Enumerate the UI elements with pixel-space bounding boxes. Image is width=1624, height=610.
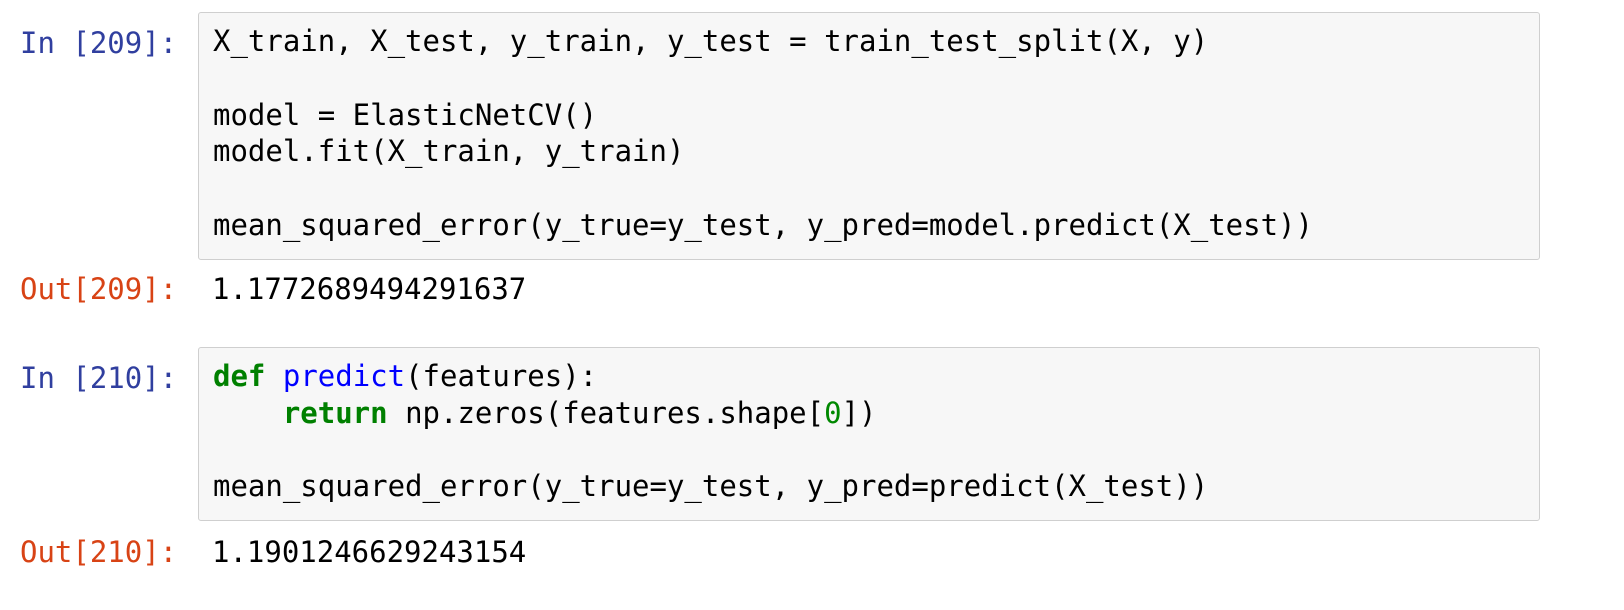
number-literal: 0 bbox=[824, 395, 842, 430]
function-name: predict bbox=[282, 359, 406, 393]
code-cell-input[interactable]: def predict(features): return np.zeros(f… bbox=[198, 347, 1540, 521]
input-prompt: In [209]: bbox=[20, 26, 178, 60]
code-text: (features): bbox=[405, 359, 598, 393]
code-line: def predict(features): bbox=[213, 358, 1539, 395]
code-line: mean_squared_error(y_true=y_test, y_pred… bbox=[213, 207, 1313, 242]
code-cell-input[interactable]: X_train, X_test, y_train, y_test = train… bbox=[198, 12, 1540, 260]
cell-output: 1.1901246629243154 bbox=[212, 535, 527, 569]
code-text: ]) bbox=[841, 395, 877, 430]
keyword-return: return bbox=[282, 395, 388, 430]
code-line: return np.zeros(features.shape[0]) bbox=[213, 395, 1539, 432]
output-prompt: Out[209]: bbox=[20, 272, 178, 306]
keyword-def: def bbox=[213, 359, 266, 393]
output-prompt: Out[210]: bbox=[20, 535, 178, 569]
code-line: mean_squared_error(y_true=y_test, y_pred… bbox=[213, 469, 1209, 504]
code-text: np.zeros(features.shape[ bbox=[387, 395, 825, 430]
input-prompt: In [210]: bbox=[20, 361, 178, 395]
cell-output: 1.1772689494291637 bbox=[212, 272, 527, 306]
code-line: model = ElasticNetCV() bbox=[213, 97, 598, 132]
code-line: model.fit(X_train, y_train) bbox=[213, 134, 685, 169]
code-line: X_train, X_test, y_train, y_test = train… bbox=[213, 24, 1209, 58]
